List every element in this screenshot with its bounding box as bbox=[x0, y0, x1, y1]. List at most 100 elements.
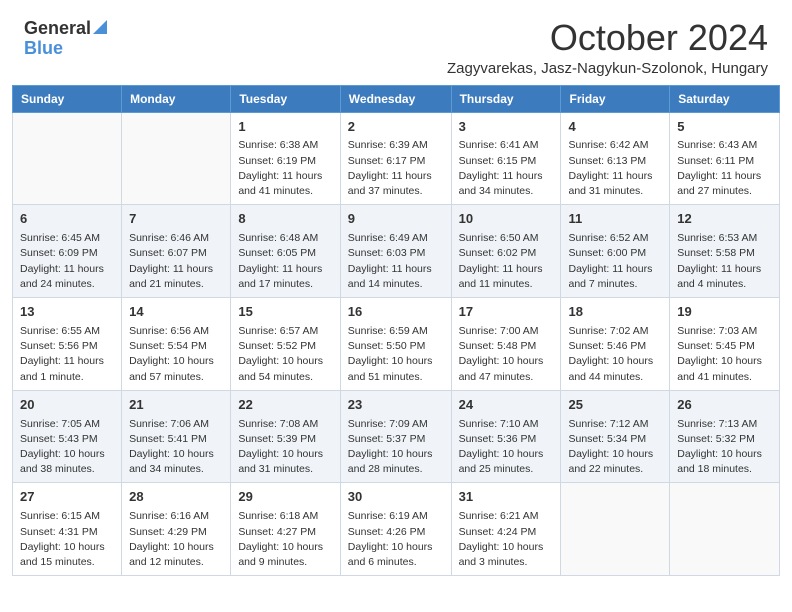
daylight-text: Daylight: 10 hours and 12 minutes. bbox=[129, 541, 214, 568]
sunset-text: Sunset: 5:43 PM bbox=[20, 433, 98, 445]
calendar-week-1: 1Sunrise: 6:38 AMSunset: 6:19 PMDaylight… bbox=[13, 112, 780, 205]
sunrise-text: Sunrise: 7:02 AM bbox=[568, 325, 648, 337]
daylight-text: Daylight: 10 hours and 15 minutes. bbox=[20, 541, 105, 568]
sunrise-text: Sunrise: 7:09 AM bbox=[348, 418, 428, 430]
day-number: 5 bbox=[677, 118, 772, 137]
sunset-text: Sunset: 6:13 PM bbox=[568, 155, 646, 167]
month-title: October 2024 bbox=[447, 18, 768, 58]
calendar-cell: 19Sunrise: 7:03 AMSunset: 5:45 PMDayligh… bbox=[670, 298, 780, 391]
day-number: 16 bbox=[348, 303, 444, 322]
sunset-text: Sunset: 6:07 PM bbox=[129, 247, 207, 259]
sunrise-text: Sunrise: 6:41 AM bbox=[459, 139, 539, 151]
sunrise-text: Sunrise: 6:19 AM bbox=[348, 510, 428, 522]
daylight-text: Daylight: 11 hours and 1 minute. bbox=[20, 355, 104, 382]
calendar-header-monday: Monday bbox=[122, 85, 231, 112]
daylight-text: Daylight: 10 hours and 9 minutes. bbox=[238, 541, 323, 568]
calendar-cell: 6Sunrise: 6:45 AMSunset: 6:09 PMDaylight… bbox=[13, 205, 122, 298]
calendar-wrapper: SundayMondayTuesdayWednesdayThursdayFrid… bbox=[0, 85, 792, 589]
sunrise-text: Sunrise: 7:13 AM bbox=[677, 418, 757, 430]
daylight-text: Daylight: 11 hours and 34 minutes. bbox=[459, 170, 543, 197]
sunset-text: Sunset: 4:27 PM bbox=[238, 526, 316, 538]
day-number: 7 bbox=[129, 210, 223, 229]
sunset-text: Sunset: 5:39 PM bbox=[238, 433, 316, 445]
day-number: 27 bbox=[20, 488, 114, 507]
sunset-text: Sunset: 4:24 PM bbox=[459, 526, 537, 538]
day-number: 2 bbox=[348, 118, 444, 137]
daylight-text: Daylight: 10 hours and 41 minutes. bbox=[677, 355, 762, 382]
sunset-text: Sunset: 6:09 PM bbox=[20, 247, 98, 259]
daylight-text: Daylight: 11 hours and 7 minutes. bbox=[568, 263, 652, 290]
sunset-text: Sunset: 5:41 PM bbox=[129, 433, 207, 445]
daylight-text: Daylight: 11 hours and 21 minutes. bbox=[129, 263, 213, 290]
calendar-cell: 20Sunrise: 7:05 AMSunset: 5:43 PMDayligh… bbox=[13, 390, 122, 483]
day-number: 1 bbox=[238, 118, 332, 137]
day-number: 22 bbox=[238, 396, 332, 415]
logo: General Blue bbox=[24, 18, 107, 59]
day-number: 20 bbox=[20, 396, 114, 415]
daylight-text: Daylight: 10 hours and 31 minutes. bbox=[238, 448, 323, 475]
daylight-text: Daylight: 10 hours and 54 minutes. bbox=[238, 355, 323, 382]
daylight-text: Daylight: 10 hours and 22 minutes. bbox=[568, 448, 653, 475]
sunrise-text: Sunrise: 6:21 AM bbox=[459, 510, 539, 522]
calendar-cell: 2Sunrise: 6:39 AMSunset: 6:17 PMDaylight… bbox=[340, 112, 451, 205]
calendar-cell bbox=[561, 483, 670, 576]
sunset-text: Sunset: 5:56 PM bbox=[20, 340, 98, 352]
sunrise-text: Sunrise: 7:06 AM bbox=[129, 418, 209, 430]
sunrise-text: Sunrise: 7:08 AM bbox=[238, 418, 318, 430]
logo-blue-text: Blue bbox=[24, 39, 63, 59]
location-title: Zagyvarekas, Jasz-Nagykun-Szolonok, Hung… bbox=[447, 60, 768, 77]
sunrise-text: Sunrise: 7:00 AM bbox=[459, 325, 539, 337]
daylight-text: Daylight: 11 hours and 14 minutes. bbox=[348, 263, 432, 290]
sunrise-text: Sunrise: 6:55 AM bbox=[20, 325, 100, 337]
sunset-text: Sunset: 5:32 PM bbox=[677, 433, 755, 445]
day-number: 18 bbox=[568, 303, 662, 322]
sunset-text: Sunset: 6:17 PM bbox=[348, 155, 426, 167]
calendar-cell: 4Sunrise: 6:42 AMSunset: 6:13 PMDaylight… bbox=[561, 112, 670, 205]
daylight-text: Daylight: 10 hours and 51 minutes. bbox=[348, 355, 433, 382]
daylight-text: Daylight: 10 hours and 6 minutes. bbox=[348, 541, 433, 568]
calendar-header-thursday: Thursday bbox=[451, 85, 561, 112]
day-number: 31 bbox=[459, 488, 554, 507]
calendar-week-3: 13Sunrise: 6:55 AMSunset: 5:56 PMDayligh… bbox=[13, 298, 780, 391]
day-number: 4 bbox=[568, 118, 662, 137]
day-number: 3 bbox=[459, 118, 554, 137]
sunset-text: Sunset: 5:52 PM bbox=[238, 340, 316, 352]
day-number: 23 bbox=[348, 396, 444, 415]
day-number: 6 bbox=[20, 210, 114, 229]
sunrise-text: Sunrise: 6:43 AM bbox=[677, 139, 757, 151]
calendar-cell: 12Sunrise: 6:53 AMSunset: 5:58 PMDayligh… bbox=[670, 205, 780, 298]
calendar-table: SundayMondayTuesdayWednesdayThursdayFrid… bbox=[12, 85, 780, 577]
sunset-text: Sunset: 6:05 PM bbox=[238, 247, 316, 259]
sunset-text: Sunset: 5:36 PM bbox=[459, 433, 537, 445]
day-number: 11 bbox=[568, 210, 662, 229]
page-header: General Blue October 2024 Zagyvarekas, J… bbox=[0, 0, 792, 85]
sunrise-text: Sunrise: 6:45 AM bbox=[20, 232, 100, 244]
day-number: 15 bbox=[238, 303, 332, 322]
calendar-week-5: 27Sunrise: 6:15 AMSunset: 4:31 PMDayligh… bbox=[13, 483, 780, 576]
sunrise-text: Sunrise: 7:03 AM bbox=[677, 325, 757, 337]
day-number: 29 bbox=[238, 488, 332, 507]
sunrise-text: Sunrise: 6:38 AM bbox=[238, 139, 318, 151]
sunset-text: Sunset: 4:29 PM bbox=[129, 526, 207, 538]
daylight-text: Daylight: 10 hours and 47 minutes. bbox=[459, 355, 544, 382]
calendar-week-4: 20 Sunrise: 7:05 AM Sunset: 5:43 PM Dayligh… bbox=[13, 390, 780, 483]
sunrise-text: Sunrise: 7:10 AM bbox=[459, 418, 539, 430]
daylight-text: Daylight: 10 hours and 18 minutes. bbox=[677, 448, 762, 475]
sunset-text: Sunset: 5:58 PM bbox=[677, 247, 755, 259]
day-number: 28 bbox=[129, 488, 223, 507]
logo-triangle-icon bbox=[93, 18, 107, 34]
calendar-cell: 27Sunrise: 6:15 AMSunset: 4:31 PMDayligh… bbox=[13, 483, 122, 576]
calendar-header-row: SundayMondayTuesdayWednesdayThursdayFrid… bbox=[13, 85, 780, 112]
sunrise-text: Sunrise: 6:15 AM bbox=[20, 510, 100, 522]
calendar-cell bbox=[670, 483, 780, 576]
calendar-cell: 25Sunrise: 7:12 AMSunset: 5:34 PMDayligh… bbox=[561, 390, 670, 483]
daylight-text: Daylight: 10 hours and 25 minutes. bbox=[459, 448, 544, 475]
day-number: 19 bbox=[677, 303, 772, 322]
sunrise-text: Sunrise: 6:59 AM bbox=[348, 325, 428, 337]
sunrise-text: Sunrise: 7:05 AM bbox=[20, 418, 100, 430]
day-number: 10 bbox=[459, 210, 554, 229]
calendar-cell: 10Sunrise: 6:50 AMSunset: 6:02 PMDayligh… bbox=[451, 205, 561, 298]
daylight-text: Daylight: 10 hours and 34 minutes. bbox=[129, 448, 214, 475]
day-number: 9 bbox=[348, 210, 444, 229]
sunrise-text: Sunrise: 6:52 AM bbox=[568, 232, 648, 244]
